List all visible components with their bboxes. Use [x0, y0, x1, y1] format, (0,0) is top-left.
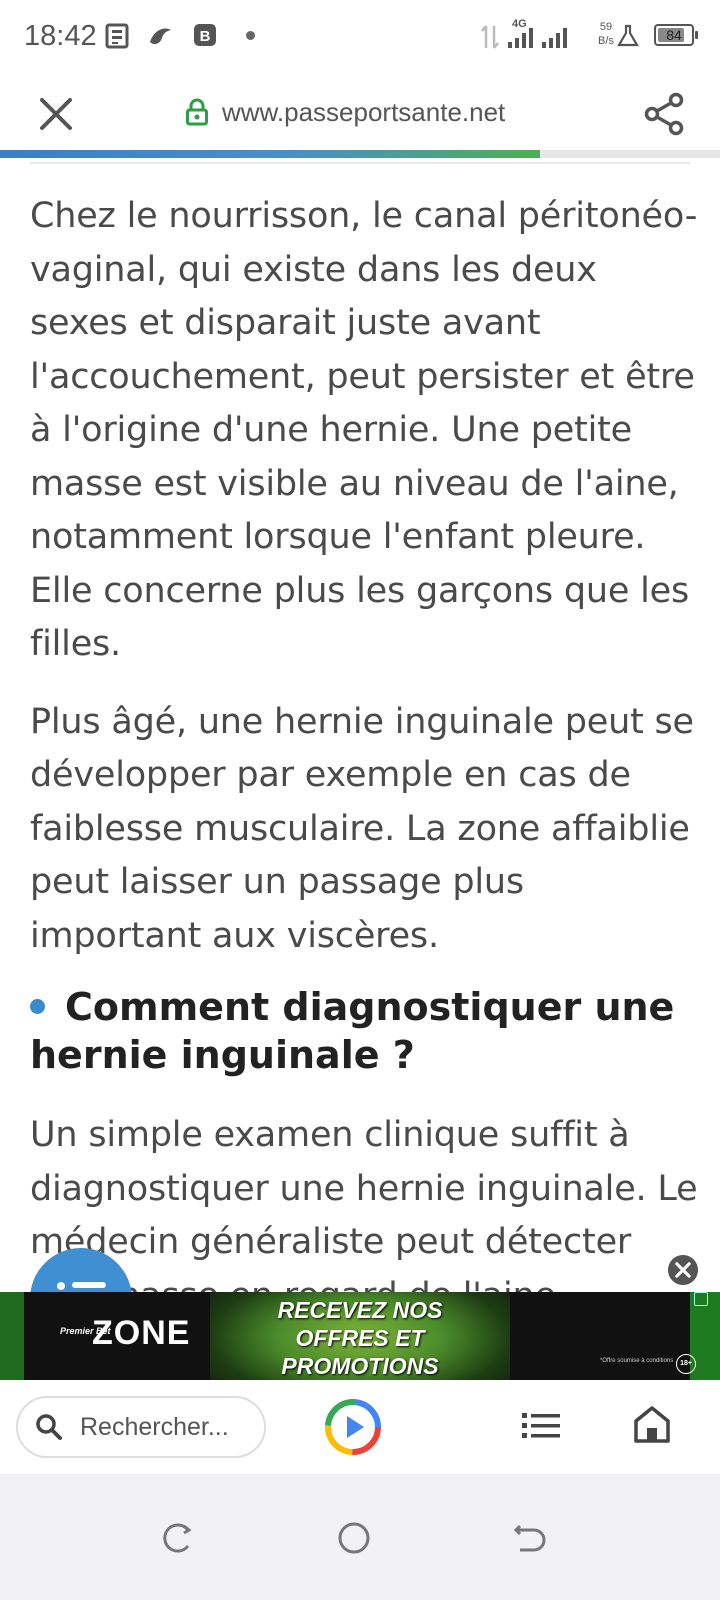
section-heading: Comment diagnostiquer une hernie inguina… [30, 985, 675, 1077]
status-time: 18:42 [24, 20, 97, 52]
page-load-progress-fill [0, 150, 540, 158]
divider [30, 162, 690, 164]
battery-level: 84 [666, 27, 682, 43]
ad-choices-icon[interactable] [694, 1292, 708, 1306]
svg-text:B: B [200, 28, 211, 45]
battery-icon: 84 [654, 24, 698, 46]
bird-icon [150, 28, 171, 45]
system-navigation-bar [0, 1474, 720, 1600]
ad-banner[interactable]: Premier Bet ZONE RECEVEZ NOS OFFRES ET P… [0, 1292, 720, 1380]
data-transfer-icon [481, 25, 499, 49]
ad-brand-logo: ZONE [92, 1314, 191, 1352]
article-paragraph: Chez le nourrisson, le canal péritonéo-v… [30, 196, 698, 664]
flask-icon [617, 24, 639, 47]
list-icon[interactable] [522, 1408, 560, 1444]
search-placeholder: Rechercher... [80, 1413, 229, 1441]
recent-apps-icon[interactable] [158, 1520, 194, 1556]
list-icon [57, 1282, 65, 1290]
signal-icon [508, 28, 567, 48]
home-button-icon[interactable] [336, 1520, 372, 1556]
lock-icon [186, 98, 208, 126]
ad-close-icon[interactable] [666, 1253, 700, 1287]
search-input[interactable]: Rechercher... [16, 1396, 266, 1458]
bitcoin-icon: B [194, 24, 216, 46]
status-bar: 18:42 B 4G 59 B/s 84 [0, 0, 720, 74]
article-body: Chez le nourrisson, le canal péritonéo-v… [30, 190, 700, 1323]
search-icon [36, 1414, 62, 1440]
news-icon [105, 23, 129, 49]
page-load-progress [0, 150, 720, 158]
browser-toolbar: www.passeportsante.net [0, 74, 720, 150]
article-paragraph: Plus âgé, une hernie inguinale peut se d… [30, 701, 694, 956]
back-icon[interactable] [512, 1520, 548, 1556]
url-text: www.passeportsante.net [222, 96, 506, 127]
google-play-icon[interactable] [324, 1398, 382, 1456]
close-icon[interactable] [34, 92, 78, 136]
home-icon[interactable] [632, 1404, 672, 1444]
ad-fine-print: *Offre soumise à conditions [600, 1358, 674, 1364]
ad-headline: RECEVEZ NOS OFFRES ET PROMOTIONS [277, 1297, 443, 1379]
share-icon[interactable] [640, 90, 688, 138]
address-bar[interactable]: www.passeportsante.net [186, 94, 505, 130]
notification-dot [246, 31, 255, 40]
bottom-toolbar: Rechercher... [0, 1380, 720, 1474]
ad-age-badge: 18+ [676, 1354, 696, 1374]
bullet-icon [30, 999, 45, 1014]
